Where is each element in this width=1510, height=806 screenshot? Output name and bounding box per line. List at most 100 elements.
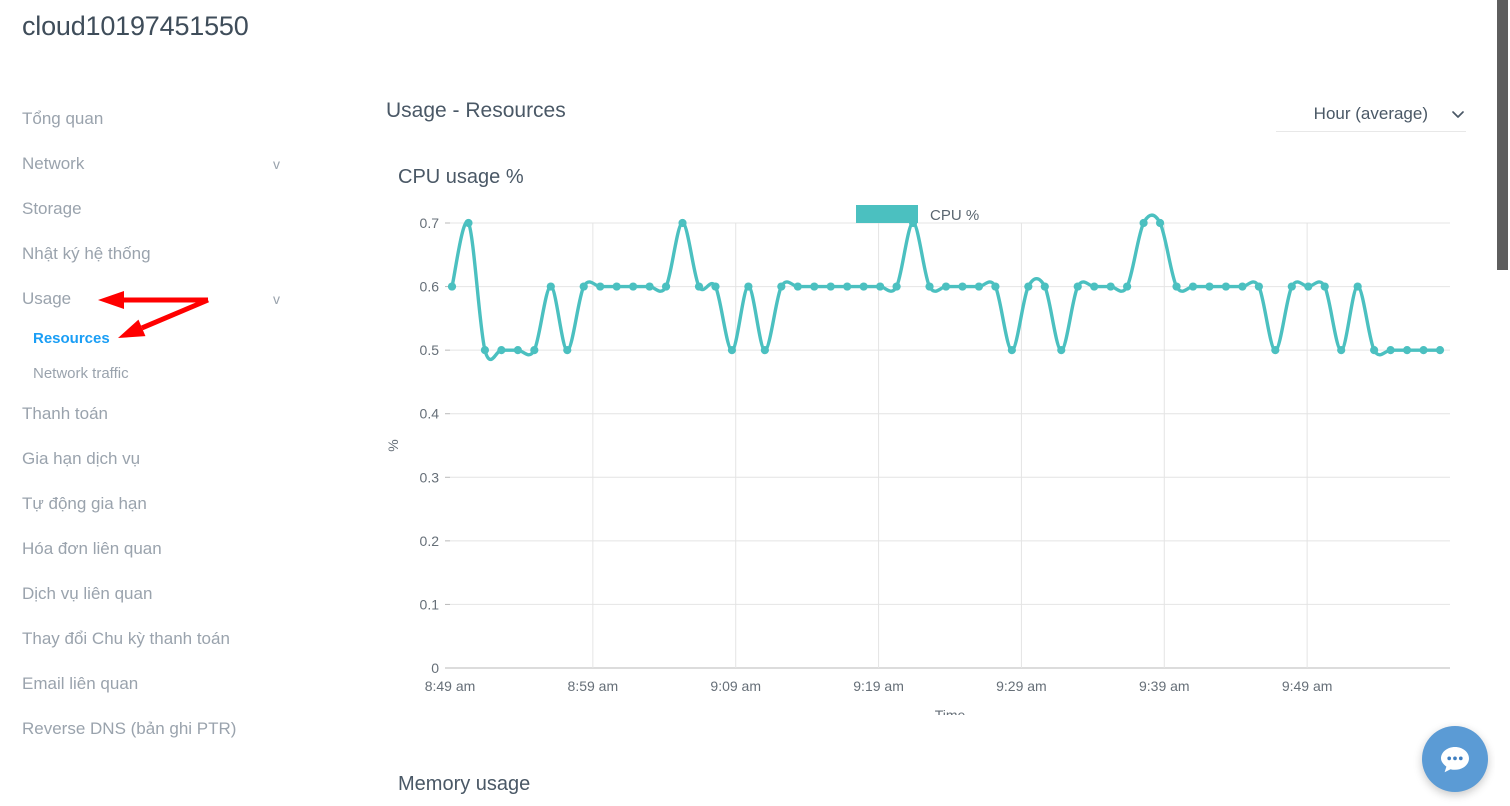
chart-data-point[interactable] bbox=[826, 282, 835, 291]
sidebar-item-t-ng-gia-h-n[interactable]: Tự động gia hạn bbox=[0, 481, 330, 526]
chart-data-point[interactable] bbox=[1123, 282, 1132, 291]
chart-yaxis-label: % bbox=[386, 439, 401, 451]
chart-ytick-label: 0.6 bbox=[420, 279, 440, 295]
section-title: Usage - Resources bbox=[386, 99, 566, 122]
chart-data-point[interactable] bbox=[1287, 282, 1296, 291]
chart-data-point[interactable] bbox=[1271, 346, 1280, 355]
sidebar-item-usage[interactable]: Usage v bbox=[0, 276, 330, 321]
chart-data-point[interactable] bbox=[1419, 346, 1428, 355]
chart-data-point[interactable] bbox=[810, 282, 819, 291]
chart-data-point[interactable] bbox=[727, 346, 737, 355]
chart-data-point[interactable] bbox=[1057, 346, 1066, 355]
sidebar-item-label: Reverse DNS (bản ghi PTR) bbox=[22, 718, 237, 738]
sidebar-item-label: Tổng quan bbox=[22, 108, 104, 128]
sidebar-item-thay-i-chu-k-thanh-to-n[interactable]: Thay đổi Chu kỳ thanh toán bbox=[0, 616, 330, 661]
chart-data-point[interactable] bbox=[629, 282, 638, 291]
chart-data-point[interactable] bbox=[579, 282, 588, 291]
chart-xtick-label: 9:09 am bbox=[710, 678, 761, 694]
chart-data-point[interactable] bbox=[843, 282, 852, 291]
sidebar-subitem-network-traffic[interactable]: Network traffic bbox=[0, 356, 330, 391]
chart-data-point[interactable] bbox=[464, 218, 473, 228]
chart-data-point[interactable] bbox=[1155, 218, 1165, 228]
chart-data-point[interactable] bbox=[777, 282, 786, 291]
chart-data-point[interactable] bbox=[1304, 282, 1313, 291]
sidebar-item-label: Email liên quan bbox=[22, 673, 139, 693]
chart-data-point[interactable] bbox=[1337, 346, 1346, 355]
chart-xtick-label: 9:39 am bbox=[1139, 678, 1190, 694]
chart-data-point[interactable] bbox=[1402, 346, 1412, 355]
chart-data-point[interactable] bbox=[563, 346, 572, 355]
chart-data-point[interactable] bbox=[991, 282, 1000, 291]
chart-data-point[interactable] bbox=[859, 282, 868, 291]
chart-data-point[interactable] bbox=[661, 282, 671, 291]
range-select-dropdown[interactable]: Hour (average) bbox=[1276, 96, 1466, 132]
sidebar-item-reverse-dns-b-n-ghi-ptr[interactable]: Reverse DNS (bản ghi PTR) bbox=[0, 706, 330, 751]
sidebar-item-label: Hóa đơn liên quan bbox=[22, 538, 162, 558]
chart-xtick-label: 9:29 am bbox=[996, 678, 1047, 694]
chart-data-point[interactable] bbox=[793, 282, 802, 291]
chart-data-point[interactable] bbox=[480, 346, 490, 355]
chart-data-point[interactable] bbox=[1073, 282, 1082, 291]
chart-data-point[interactable] bbox=[497, 346, 506, 355]
chart-data-point[interactable] bbox=[612, 282, 621, 291]
sidebar-item-email-li-n-quan[interactable]: Email liên quan bbox=[0, 661, 330, 706]
cpu-chart[interactable]: 0 0.1 0.2 0.3 0.4 0.5 0.6 0.7 8:49 am 8:59 am 9:09… bbox=[386, 195, 1476, 715]
sidebar-item-network[interactable]: Network v bbox=[0, 141, 330, 186]
chart-data-point[interactable] bbox=[1106, 282, 1115, 291]
sidebar-item-d-ch-v-li-n-quan[interactable]: Dịch vụ liên quan bbox=[0, 571, 330, 616]
chart-data-point[interactable] bbox=[694, 282, 704, 291]
chart-data-point[interactable] bbox=[1205, 282, 1214, 291]
chart-data-point[interactable] bbox=[711, 282, 720, 291]
chart-data-point[interactable] bbox=[1353, 282, 1362, 291]
chart-data-point[interactable] bbox=[1188, 282, 1198, 291]
chart-data-point[interactable] bbox=[974, 282, 984, 291]
chart-data-point[interactable] bbox=[596, 282, 605, 291]
chart-data-point[interactable] bbox=[941, 282, 951, 291]
chart-data-point[interactable] bbox=[760, 346, 769, 355]
chart-data-point[interactable] bbox=[1172, 282, 1181, 291]
chart-data-point[interactable] bbox=[678, 218, 687, 228]
chart-data-point[interactable] bbox=[1139, 218, 1148, 228]
chevron-down-icon: v bbox=[273, 290, 280, 307]
sidebar: Tổng quan Network v Storage Nhật ký hệ thống… bbox=[0, 96, 330, 751]
main-content: Usage - Resources Hour (average) CPU usa… bbox=[386, 96, 1476, 715]
chat-bubble-icon[interactable] bbox=[1422, 726, 1488, 792]
chart-data-point[interactable] bbox=[1254, 282, 1263, 291]
chart-ytick-label: 0 bbox=[431, 660, 439, 676]
sidebar-subitem-resources[interactable]: Resources bbox=[0, 321, 330, 356]
sidebar-item-gia-h-n-d-ch-v[interactable]: Gia hạn dịch vụ bbox=[0, 436, 330, 481]
memory-usage-heading: Memory usage bbox=[398, 773, 531, 795]
chart-data-point[interactable] bbox=[447, 282, 457, 291]
sidebar-item-nh-t-k-h-th-ng[interactable]: Nhật ký hệ thống bbox=[0, 231, 330, 276]
sidebar-item-h-a-n-li-n-quan[interactable]: Hóa đơn liên quan bbox=[0, 526, 330, 571]
sidebar-item-thanh-to-n[interactable]: Thanh toán bbox=[0, 391, 330, 436]
sidebar-item-label: Dịch vụ liên quan bbox=[22, 583, 153, 603]
chart-legend-swatch bbox=[856, 205, 918, 223]
sidebar-item-storage[interactable]: Storage bbox=[0, 186, 330, 231]
sidebar-item-label: Gia hạn dịch vụ bbox=[22, 448, 141, 468]
chart-data-point[interactable] bbox=[1221, 282, 1231, 291]
chart-data-point[interactable] bbox=[958, 282, 967, 291]
cpu-chart-heading: CPU usage % bbox=[398, 166, 524, 188]
chart-data-point[interactable] bbox=[1238, 282, 1247, 291]
chart-data-point[interactable] bbox=[1320, 282, 1329, 291]
scrollbar-thumb[interactable] bbox=[1497, 0, 1508, 270]
chart-data-point[interactable] bbox=[546, 282, 555, 291]
range-select-value: Hour (average) bbox=[1313, 103, 1428, 123]
sidebar-item-t-ng-quan[interactable]: Tổng quan bbox=[0, 96, 330, 141]
chart-data-point[interactable] bbox=[645, 282, 654, 291]
chart-data-point[interactable] bbox=[876, 282, 885, 291]
chart-data-point[interactable] bbox=[1386, 346, 1395, 355]
chart-data-point[interactable] bbox=[530, 346, 539, 355]
chart-data-point[interactable] bbox=[744, 282, 753, 291]
chart-data-point[interactable] bbox=[1024, 282, 1033, 291]
chart-data-point[interactable] bbox=[1435, 346, 1445, 355]
chart-data-point[interactable] bbox=[925, 282, 934, 291]
chart-data-point[interactable] bbox=[892, 282, 901, 291]
chart-data-point[interactable] bbox=[513, 346, 522, 355]
chart-data-point[interactable] bbox=[1040, 282, 1049, 291]
chart-data-point[interactable] bbox=[1090, 282, 1099, 291]
chart-ytick-label: 0.7 bbox=[420, 215, 440, 231]
chart-data-point[interactable] bbox=[1370, 346, 1379, 355]
chart-data-point[interactable] bbox=[1007, 346, 1016, 355]
